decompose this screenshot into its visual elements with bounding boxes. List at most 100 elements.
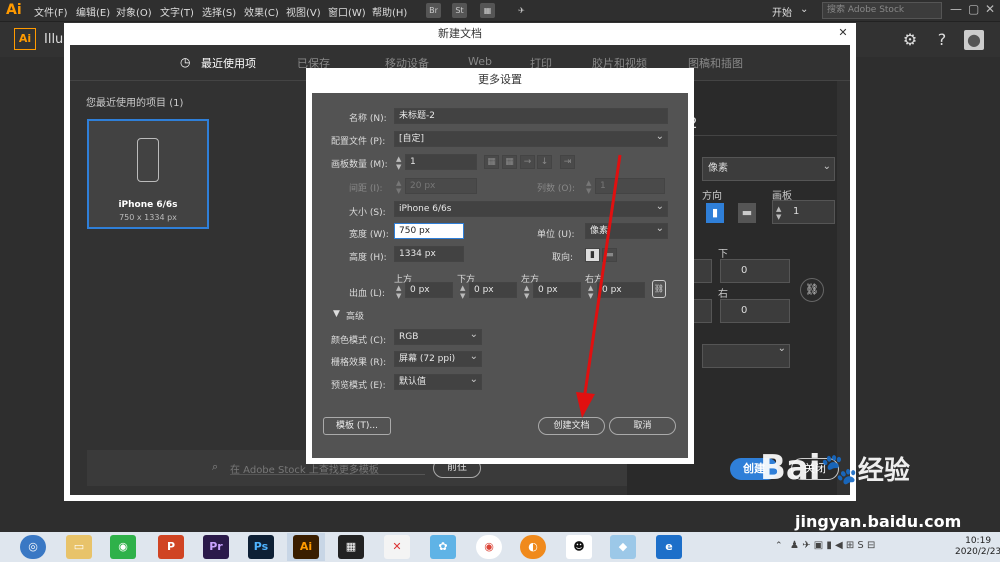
menu-select[interactable]: 选择(S) xyxy=(202,4,236,19)
menu-effect[interactable]: 效果(C) xyxy=(244,4,279,19)
menu-file[interactable]: 文件(F) xyxy=(34,4,68,19)
name-label: 名称 (N): xyxy=(349,114,387,124)
bleed-bottom-input[interactable]: 0 px xyxy=(469,282,517,298)
qq-icon[interactable]: ☻ xyxy=(566,535,592,559)
bleed-bottom-input[interactable]: 0 xyxy=(720,259,790,283)
units-label: 单位 (U): xyxy=(537,230,575,240)
recent-label: 您最近使用的项目 (1) xyxy=(86,94,183,109)
xmind-icon[interactable]: ✕ xyxy=(384,535,410,559)
gpu-icon[interactable]: ✈ xyxy=(514,3,529,18)
new-document-title: 新建文档 xyxy=(68,23,852,45)
stepper-icon[interactable]: ▲ ▼ xyxy=(396,284,401,300)
arrange-column-icon[interactable]: ↓ xyxy=(537,155,552,169)
bleed-right-input[interactable]: 0 px xyxy=(597,282,645,298)
wechat-icon[interactable]: ◉ xyxy=(110,535,136,559)
link-icon[interactable]: ⛓ xyxy=(652,280,666,298)
video-editor-icon[interactable]: ▦ xyxy=(338,535,364,559)
create-document-button[interactable]: 创建文档 xyxy=(538,417,605,435)
maximize-icon[interactable]: ▢ xyxy=(968,2,979,16)
close-icon[interactable]: ✕ xyxy=(836,26,850,40)
height-input[interactable]: 1334 px xyxy=(394,246,464,262)
minimize-icon[interactable]: — xyxy=(950,2,962,16)
portrait-icon[interactable]: ▮ xyxy=(706,203,724,223)
bleed-left-input[interactable]: 0 px xyxy=(533,282,581,298)
unit-select[interactable]: 像素 xyxy=(702,156,835,181)
profile-select[interactable]: [自定] xyxy=(394,130,668,147)
landscape-icon[interactable]: ▬ xyxy=(602,248,617,262)
tab-web[interactable]: Web xyxy=(468,55,492,68)
portrait-icon[interactable]: ▮ xyxy=(585,248,600,262)
width-label: 宽度 (W): xyxy=(349,230,389,240)
stepper-icon[interactable]: ▲ ▼ xyxy=(776,205,781,221)
landscape-icon[interactable]: ▬ xyxy=(738,203,756,223)
templates-button[interactable]: 模板 (T)... xyxy=(323,417,391,435)
stock-icon[interactable]: St xyxy=(452,3,467,18)
illustrator-icon[interactable]: Ai xyxy=(293,535,319,559)
menu-object[interactable]: 对象(O) xyxy=(116,4,152,19)
color-mode-select[interactable]: RGB xyxy=(394,328,482,345)
bleed-top-input[interactable]: 0 px xyxy=(405,282,453,298)
cancel-button[interactable]: 取消 xyxy=(609,417,676,435)
tab-recent[interactable]: 最近使用项 xyxy=(201,55,256,71)
clock[interactable]: 10:19 2020/2/23 xyxy=(955,536,1000,558)
arrange-docs-icon[interactable]: ▦ xyxy=(480,3,495,18)
artboards-count-input[interactable]: 1 xyxy=(405,154,477,170)
stepper-icon[interactable]: ▲ ▼ xyxy=(460,284,465,300)
menu-type[interactable]: 文字(T) xyxy=(160,4,194,19)
search-icon: ⌕ xyxy=(212,460,219,473)
bird-app-icon[interactable]: ✿ xyxy=(430,535,456,559)
help-icon[interactable]: ? xyxy=(932,30,952,50)
artboards-input[interactable]: 1 xyxy=(772,200,835,224)
clock-icon: ◷ xyxy=(180,55,191,69)
tab-art-illustration[interactable]: 图稿和插图 xyxy=(688,55,743,71)
raster-effects-label: 栅格效果 (R): xyxy=(331,358,387,368)
bridge-icon[interactable]: Br xyxy=(426,3,441,18)
chrome-icon[interactable]: ◉ xyxy=(476,535,502,559)
tray-chevron-icon[interactable]: ⌃ xyxy=(775,541,783,551)
arrange-row-icon[interactable]: → xyxy=(520,155,535,169)
grid-by-row-icon[interactable]: ▦ xyxy=(484,155,499,169)
start-icon[interactable]: ◎ xyxy=(20,535,46,559)
bleed-right-input[interactable]: 0 xyxy=(720,299,790,323)
units-select[interactable]: 像素 xyxy=(585,222,668,239)
recent-count: (1) xyxy=(169,98,184,109)
width-input[interactable]: 750 px xyxy=(394,223,464,239)
workspace-switcher[interactable]: 开始 xyxy=(772,4,792,19)
name-input[interactable]: 未标题-2 xyxy=(394,108,668,124)
folder-icon[interactable]: ▭ xyxy=(66,535,92,559)
premiere-icon[interactable]: Pr xyxy=(203,535,229,559)
app-blue-icon[interactable]: ◆ xyxy=(610,535,636,559)
gear-icon[interactable]: ⚙ xyxy=(900,30,920,50)
triangle-down-icon[interactable]: ▼ xyxy=(333,309,340,319)
stepper-icon[interactable]: ▲ ▼ xyxy=(524,284,529,300)
link-icon[interactable]: ⛓ xyxy=(800,278,824,302)
size-select[interactable]: iPhone 6/6s xyxy=(394,200,668,217)
photoshop-icon[interactable]: Ps xyxy=(248,535,274,559)
preview-mode-select[interactable]: 默认值 xyxy=(394,373,482,390)
menu-help[interactable]: 帮助(H) xyxy=(372,4,407,19)
profile-label: 配置文件 (P): xyxy=(331,137,386,147)
menu-window[interactable]: 窗口(W) xyxy=(328,4,366,19)
menu-edit[interactable]: 编辑(E) xyxy=(76,4,110,19)
color-mode-select[interactable] xyxy=(702,343,790,368)
chevron-down-icon[interactable]: ⌄ xyxy=(800,4,808,15)
preset-card-name: iPhone 6/6s xyxy=(118,200,178,210)
ai-logo: Ai xyxy=(14,28,36,50)
raster-effects-select[interactable]: 屏幕 (72 ppi) xyxy=(394,350,482,367)
close-icon[interactable]: ✕ xyxy=(985,2,995,16)
tray-icons[interactable]: ♟ ✈ ▣ ▮ ◀ ⊞ S ⊟ xyxy=(790,540,875,551)
grid-by-column-icon[interactable]: ▦ xyxy=(502,155,517,169)
clock-date: 2020/2/23 xyxy=(955,547,1000,557)
illustrator-logo: Ai xyxy=(6,2,22,18)
ie-icon[interactable]: e xyxy=(656,535,682,559)
watermark-brand: Bai xyxy=(760,448,821,488)
stepper-icon[interactable]: ▲ ▼ xyxy=(588,284,593,300)
app-orange-icon[interactable]: ◐ xyxy=(520,535,546,559)
avatar[interactable]: ● xyxy=(964,30,984,50)
powerpoint-icon[interactable]: P xyxy=(158,535,184,559)
right-to-left-icon[interactable]: ⇥ xyxy=(560,155,575,169)
advanced-label[interactable]: 高级 xyxy=(346,309,364,322)
menu-view[interactable]: 视图(V) xyxy=(286,4,321,19)
stepper-icon[interactable]: ▲ ▼ xyxy=(396,155,401,171)
stock-search-input[interactable]: 搜索 Adobe Stock xyxy=(822,2,942,19)
